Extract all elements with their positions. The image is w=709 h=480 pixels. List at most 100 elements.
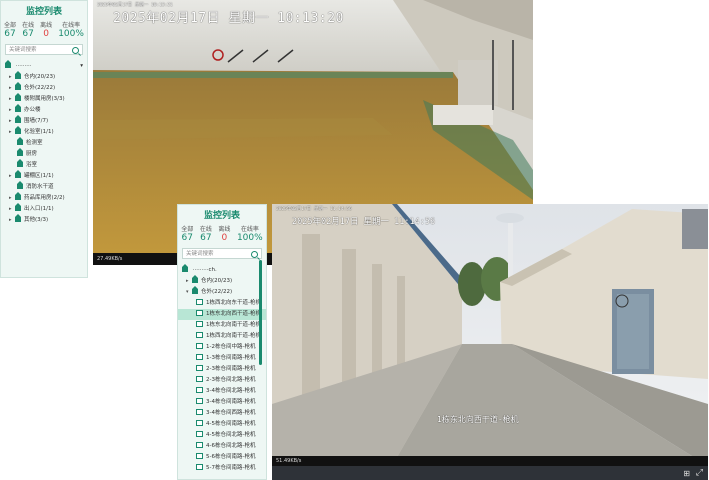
panel-title: 监控列表 xyxy=(25,7,62,17)
camera-item[interactable]: 1栋西北向东干道-枪机 xyxy=(178,298,266,309)
tree-scrollbar[interactable] xyxy=(259,260,262,365)
stat-offline: 离线 0 xyxy=(218,226,231,243)
camera-icon xyxy=(196,310,203,316)
camera-item[interactable]: 1栋东北向西干道-枪机 xyxy=(178,309,266,320)
camera-item[interactable]: 5-7栋仓间南路-枪机 xyxy=(178,463,266,474)
group-icon xyxy=(15,93,21,101)
camera-label: 1栋东北向西干道-枪机 xyxy=(437,415,519,424)
group-icon xyxy=(17,159,23,167)
osd-timestamp: 2025年02月17日 星期一 10:13:20 xyxy=(113,11,344,26)
front-monitor-list-panel: 监控列表 全部 67 在线 67 离线 0 在线率 100% 关键词搜索 ···… xyxy=(177,204,267,480)
camera-item[interactable]: 3-4栋仓间北路-枪机 xyxy=(178,386,266,397)
warehouse-lane-view xyxy=(272,204,708,466)
camera-icon xyxy=(196,299,203,305)
org-icon xyxy=(182,264,188,272)
tree-item[interactable]: ▸ 楼附属用房(3/3) xyxy=(1,93,87,105)
camera-icon xyxy=(196,398,203,404)
camera-icon xyxy=(196,464,203,470)
camera-icon xyxy=(196,387,203,393)
group-icon xyxy=(17,148,23,156)
camera-item[interactable]: 4-5栋仓间南路-枪机 xyxy=(178,419,266,430)
org-icon xyxy=(5,60,11,68)
chevron-down-icon[interactable]: ▾ xyxy=(80,61,83,72)
stat-online: 在线 67 xyxy=(22,22,35,39)
search-icon[interactable] xyxy=(251,251,258,258)
group-icon xyxy=(15,115,21,123)
camera-icon xyxy=(196,420,203,426)
camera-icon xyxy=(196,354,203,360)
tree-item[interactable]: ▸ 仓内(20/23) xyxy=(1,71,87,83)
tree-group[interactable]: ▾ 仓外(22/22) xyxy=(178,286,266,298)
camera-icon xyxy=(196,321,203,327)
group-icon xyxy=(15,203,21,211)
stats-row: 全部 67 在线 67 离线 0 在线率 100% xyxy=(178,224,266,244)
search-icon[interactable] xyxy=(72,47,79,54)
bitrate-readout: 51.49KB/s xyxy=(276,458,302,464)
camera-item[interactable]: 4-5栋仓间北路-枪机 xyxy=(178,430,266,441)
camera-item[interactable]: 1-3栋仓间南路-枪机 xyxy=(178,353,266,364)
stat-online-rate: 在线率 100% xyxy=(58,22,84,39)
camera-item[interactable]: 3-4栋仓间南路-枪机 xyxy=(178,397,266,408)
tree-item[interactable]: ▸ 办公楼 xyxy=(1,104,87,116)
video-status-bar: 51.49KB/s xyxy=(272,456,708,466)
tree-item[interactable]: 厨房 xyxy=(1,148,87,160)
camera-icon xyxy=(196,332,203,338)
camera-item[interactable]: 3-4栋仓间西路-枪机 xyxy=(178,408,266,419)
group-icon xyxy=(15,192,21,200)
camera-item[interactable]: 1栋东北向南干道-枪机 xyxy=(178,320,266,331)
bitrate-readout: 27.49KB/s xyxy=(97,256,123,262)
group-icon xyxy=(192,275,198,283)
grid-icon[interactable]: ⊞ xyxy=(683,469,690,478)
tree-item[interactable]: ▸ 仓外(22/22) xyxy=(1,82,87,94)
camera-item[interactable]: 5-6栋仓间南路-枪机 xyxy=(178,452,266,463)
camera-icon xyxy=(196,365,203,371)
tree-item[interactable]: 浴室 xyxy=(1,159,87,171)
stat-total: 全部 67 xyxy=(181,226,194,243)
group-icon xyxy=(15,104,21,112)
device-tree: ·········ch. ▸ 仓内(20/23) ▾ 仓外(22/22) 1栋西北向东干… xyxy=(178,264,266,474)
tree-item[interactable]: 检测室 xyxy=(1,137,87,149)
camera-icon xyxy=(196,343,203,349)
camera-icon xyxy=(196,442,203,448)
tree-item[interactable]: ▸ 罐棚区(1/1) xyxy=(1,170,87,182)
stat-online-rate: 在线率 100% xyxy=(236,226,263,243)
search-input[interactable]: 关键词搜索 xyxy=(5,44,83,55)
group-icon xyxy=(17,181,23,189)
tree-item[interactable]: ▸ 化验室(1/1) xyxy=(1,126,87,138)
camera-icon xyxy=(196,431,203,437)
group-icon xyxy=(15,126,21,134)
tree-item[interactable]: ▸ 出入口(1/1) xyxy=(1,203,87,215)
group-icon xyxy=(15,214,21,222)
camera-item[interactable]: 4-6栋仓间北路-枪机 xyxy=(178,441,266,452)
group-icon xyxy=(15,71,21,79)
device-tree: ········· ▾ ▸ 仓内(20/23) ▸ 仓外(22/22) ▸ 楼附属用房(3… xyxy=(1,60,87,226)
camera-item[interactable]: 1栋西北向南干道-枪机 xyxy=(178,331,266,342)
camera-item[interactable]: 2-3栋仓间南路-枪机 xyxy=(178,364,266,375)
camera-icon xyxy=(196,453,203,459)
stat-online: 在线 67 xyxy=(199,226,212,243)
tree-item[interactable]: ▸ 围墙(7/7) xyxy=(1,115,87,127)
player-toolbar: ⊞ ⤢ xyxy=(272,466,708,480)
group-icon xyxy=(17,137,23,145)
group-icon xyxy=(15,170,21,178)
back-monitor-list-panel: 监控列表 全部 67 在线 67 离线 0 在线率 100% 关键词搜索 ···… xyxy=(0,0,88,278)
tree-item[interactable]: ▸ 药品库用房(2/2) xyxy=(1,192,87,204)
search-input[interactable]: 关键词搜索 xyxy=(182,248,262,259)
front-video-player[interactable]: 2025年02月17日 星期一 11:14:56 2025年02月17日 星期一… xyxy=(272,204,708,466)
tree-root[interactable]: ········· ▾ xyxy=(1,60,87,72)
group-icon xyxy=(15,82,21,90)
panel-title: 监控列表 xyxy=(203,211,240,221)
osd-timestamp: 2025年02月17日 星期一 11:14:56 xyxy=(292,217,436,227)
stats-row: 全部 67 在线 67 离线 0 在线率 100% xyxy=(1,20,87,40)
group-icon xyxy=(192,286,198,294)
tree-item[interactable]: ▸ 其他(3/3) xyxy=(1,214,87,226)
stat-offline: 离线 0 xyxy=(40,22,53,39)
stat-total: 全部 67 xyxy=(4,22,17,39)
fullscreen-icon[interactable]: ⤢ xyxy=(696,468,703,478)
camera-icon xyxy=(196,376,203,382)
small-timestamp: 2025年02月17日 星期一 11:14:56 xyxy=(276,207,352,212)
camera-icon xyxy=(196,409,203,415)
camera-item[interactable]: 2-3栋仓间北路-枪机 xyxy=(178,375,266,386)
camera-item[interactable]: 1-2栋仓间中路-枪机 xyxy=(178,342,266,353)
tree-item[interactable]: 消防水干道 xyxy=(1,181,87,193)
